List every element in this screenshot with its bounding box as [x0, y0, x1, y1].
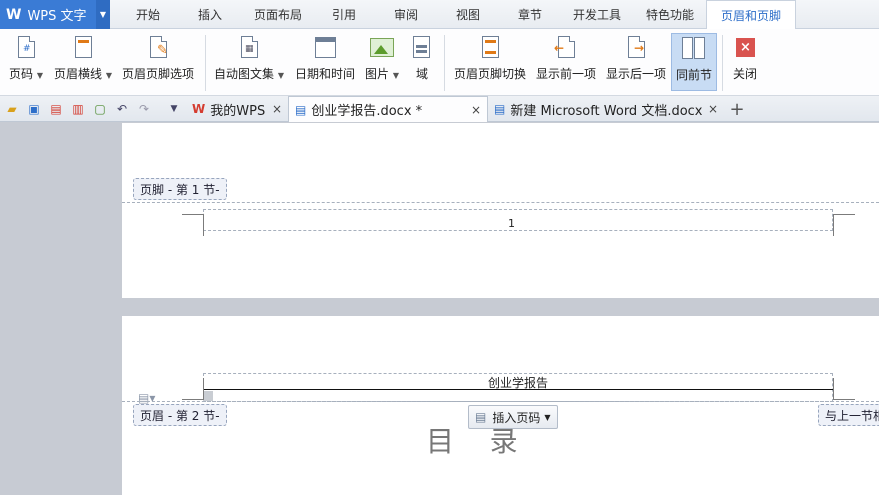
show-next-button[interactable]: → 显示后一项 [604, 33, 668, 91]
tab-document-report-label: 创业学报告.docx * [311, 104, 423, 119]
tab-new-word-document-label: 新建 Microsoft Word 文档.docx [510, 103, 703, 119]
picture-label: 图片 [365, 67, 390, 81]
new-tab-button[interactable]: + [729, 99, 745, 120]
tab-special[interactable]: 特色功能 [640, 0, 700, 29]
close-icon[interactable]: × [471, 103, 481, 117]
tab-my-wps[interactable]: W 我的WPS × [186, 96, 288, 122]
show-previous-button[interactable]: ← 显示前一项 [534, 33, 598, 91]
link-to-previous-tag[interactable]: 与上一节相 [818, 404, 879, 426]
app-menu-button[interactable]: W WPS 文字 ▼ [0, 0, 110, 29]
export-pdf-icon[interactable]: ▤ [48, 101, 64, 117]
close-header-footer-button[interactable]: × 关闭 [729, 33, 761, 91]
crop-mark [833, 378, 855, 400]
header-footer-options-button[interactable]: ✎ 页眉页脚选项 [120, 33, 196, 91]
header-section-tag: 页眉 - 第 2 节- [133, 404, 227, 426]
field-icon [409, 35, 435, 61]
close-icon: × [732, 35, 758, 61]
header-underline [203, 389, 833, 390]
picture-icon [369, 35, 395, 61]
auto-text-button[interactable]: ▦ 自动图文集 ▼ [212, 33, 286, 91]
show-next-label: 显示后一项 [605, 67, 666, 81]
tab-page-layout[interactable]: 页面布局 [248, 0, 308, 29]
field-label: 域 [415, 67, 428, 81]
tab-section[interactable]: 章节 [510, 0, 550, 29]
picture-button[interactable]: 图片 ▼ [362, 33, 402, 91]
table-of-contents-heading: 目 录 [426, 425, 518, 454]
page-number-icon: # [13, 35, 39, 61]
document-icon: ▤ [494, 102, 506, 116]
page-number-button[interactable]: # 页码 ▼ [6, 33, 46, 91]
margin-marker [203, 391, 213, 401]
redo-icon[interactable]: ↷ [136, 101, 152, 117]
show-previous-icon: ← [553, 35, 579, 61]
field-button[interactable]: 域 [407, 33, 437, 91]
close-icon[interactable]: × [272, 102, 282, 116]
tab-developer[interactable]: 开发工具 [567, 0, 627, 29]
menu-bar: W WPS 文字 ▼ 开始 插入 页面布局 引用 审阅 视图 章节 开发工具 特… [0, 0, 879, 30]
save-icon[interactable]: ▣ [26, 101, 42, 117]
ribbon-separator [444, 35, 445, 91]
document-tab-bar: ▰ ▣ ▤ ▥ ▢ ↶ ↷ ▼ W 我的WPS × ▤ 创业学报告.docx *… [0, 96, 879, 122]
same-as-previous-label: 同前节 [675, 68, 712, 82]
wps-icon: W [192, 102, 206, 116]
ribbon: # 页码 ▼ 页眉横线 ▼ ✎ 页眉页脚选项 ▦ 自动图文集 ▼ 日期和时间 图… [0, 29, 879, 96]
header-footer-options-label: 页眉页脚选项 [121, 67, 194, 81]
date-time-label: 日期和时间 [294, 67, 355, 81]
wps-logo-icon: W [6, 6, 22, 23]
crop-mark [182, 378, 204, 400]
footer-section-tag: 页脚 - 第 1 节- [133, 178, 227, 200]
tab-new-word-document[interactable]: ▤ 新建 Microsoft Word 文档.docx × [488, 96, 726, 122]
footer-boundary-line [122, 202, 879, 203]
tab-review[interactable]: 审阅 [386, 0, 426, 29]
auto-text-icon: ▦ [236, 35, 262, 61]
document-area: 页脚 - 第 1 节- 1 创业学报告 ▤▾ 页眉 - 第 2 节- ▤ 插入页… [0, 123, 879, 495]
chevron-down-icon[interactable]: ▼ [166, 101, 182, 117]
tab-insert[interactable]: 插入 [190, 0, 230, 29]
paragraph-options-icon[interactable]: ▤▾ [138, 391, 155, 405]
close-icon[interactable]: × [708, 102, 718, 116]
show-next-icon: → [623, 35, 649, 61]
close-label: 关闭 [732, 67, 757, 81]
print-preview-icon[interactable]: ▢ [92, 101, 108, 117]
print-icon[interactable]: ▥ [70, 101, 86, 117]
ribbon-separator [722, 35, 723, 91]
header-boundary-line [122, 401, 879, 402]
crop-mark [833, 214, 855, 236]
undo-icon[interactable]: ↶ [114, 101, 130, 117]
tab-home[interactable]: 开始 [128, 0, 168, 29]
same-as-previous-button[interactable]: 同前节 [671, 33, 717, 91]
document-icon: ▤ [295, 102, 307, 117]
ribbon-separator [205, 35, 206, 91]
crop-mark [182, 214, 204, 236]
header-footer-options-icon: ✎ [145, 35, 171, 61]
app-name: WPS 文字 [27, 9, 87, 24]
footer-page-number: 1 [508, 217, 515, 230]
calendar-icon [312, 35, 338, 61]
page-number-label: 页码 [9, 67, 34, 81]
switch-icon [477, 35, 503, 61]
tab-my-wps-label: 我的WPS [210, 103, 266, 119]
header-line-label: 页眉横线 [54, 67, 103, 81]
tab-references[interactable]: 引用 [324, 0, 364, 29]
page-2: 创业学报告 ▤▾ 页眉 - 第 2 节- ▤ 插入页码 ▼ 与上一节相 目 录 [122, 316, 879, 495]
header-line-button[interactable]: 页眉横线 ▼ [52, 33, 114, 91]
open-folder-icon[interactable]: ▰ [4, 101, 20, 117]
header-footer-switch-button[interactable]: 页眉页脚切换 [452, 33, 528, 91]
show-previous-label: 显示前一项 [535, 67, 596, 81]
header-footer-switch-label: 页眉页脚切换 [453, 67, 526, 81]
page-1: 页脚 - 第 1 节- 1 [122, 123, 879, 298]
header-line-icon [70, 35, 96, 61]
tab-header-footer[interactable]: 页眉和页脚 [706, 0, 796, 30]
auto-text-label: 自动图文集 [214, 67, 275, 81]
link-sections-icon [681, 36, 707, 62]
date-time-button[interactable]: 日期和时间 [292, 33, 358, 91]
chevron-down-icon[interactable]: ▼ [96, 0, 110, 29]
tab-document-report[interactable]: ▤ 创业学报告.docx * × [288, 96, 488, 122]
footer-content-area[interactable] [203, 209, 833, 231]
tab-view[interactable]: 视图 [448, 0, 488, 29]
